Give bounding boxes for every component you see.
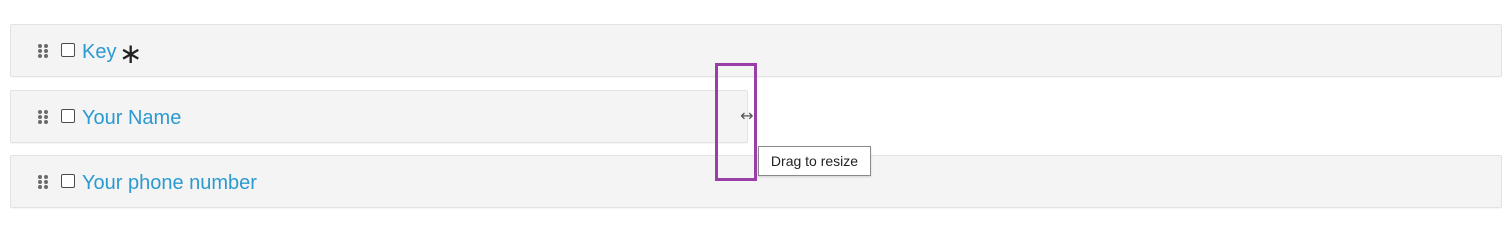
field-row-your-name[interactable]: Your Name [10,90,748,143]
field-label[interactable]: Key [82,40,116,64]
required-asterisk-icon: ∗ [119,37,143,70]
form-fields-editor: Key ∗ Your Name ↔ Your phone number Drag… [0,0,1511,218]
resize-tooltip: Drag to resize [758,146,871,176]
resize-horizontal-icon[interactable]: ↔ [738,108,756,124]
field-label[interactable]: Your Name [82,106,181,130]
field-row-phone-number[interactable]: Your phone number [10,155,1502,208]
drag-handle-icon[interactable] [38,110,48,124]
field-select-checkbox[interactable] [61,43,75,57]
field-select-checkbox[interactable] [61,174,75,188]
drag-handle-icon[interactable] [38,44,48,58]
field-label[interactable]: Your phone number [82,171,257,195]
field-select-checkbox[interactable] [61,109,75,123]
drag-handle-icon[interactable] [38,175,48,189]
field-row-key[interactable]: Key ∗ [10,24,1502,77]
